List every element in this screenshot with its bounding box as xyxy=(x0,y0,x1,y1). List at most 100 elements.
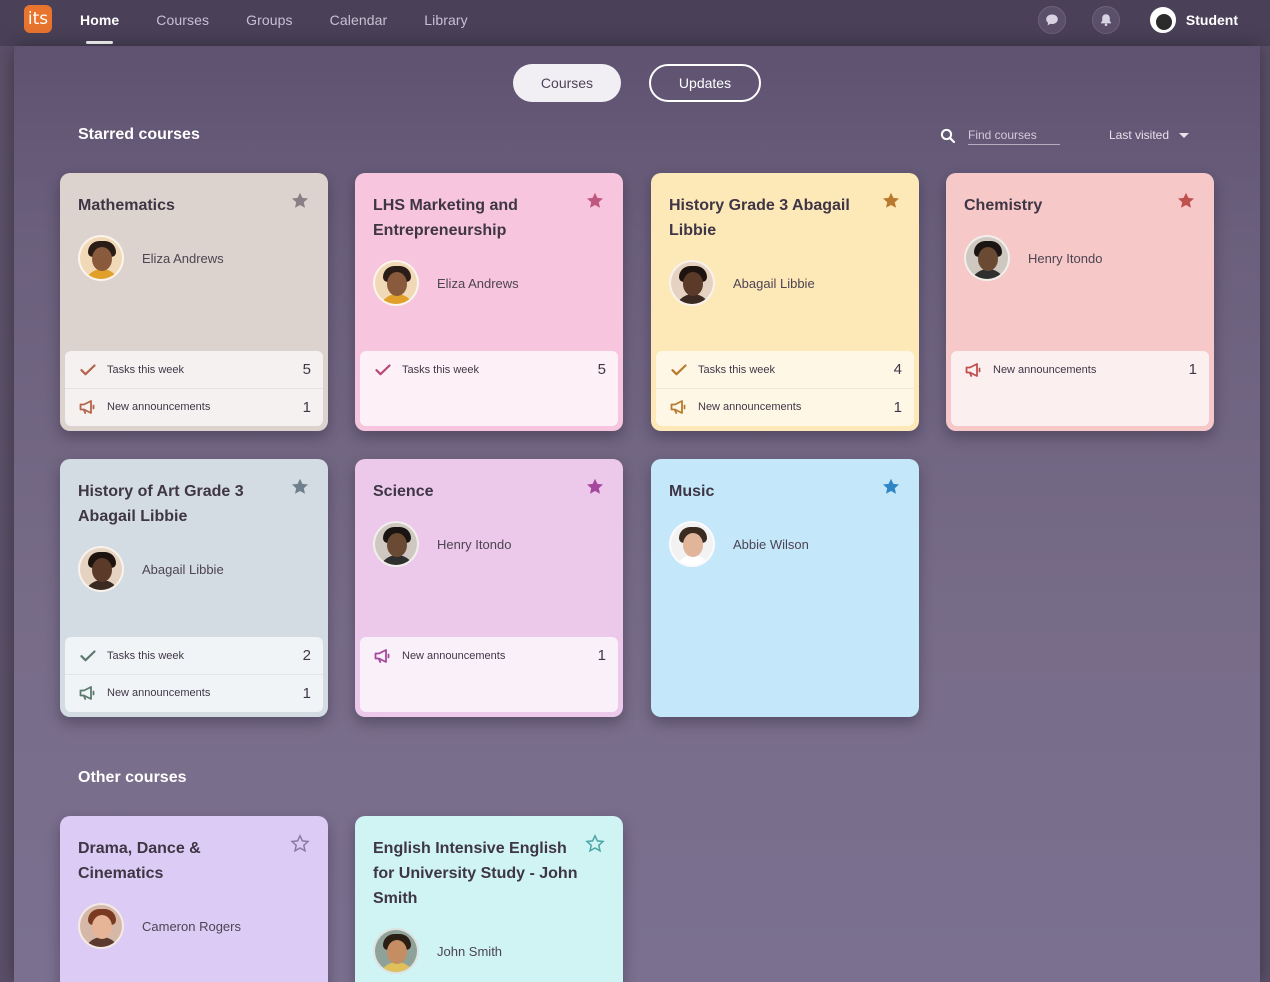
nav-library[interactable]: Library xyxy=(424,0,468,40)
course-stats: Tasks this week 5 New announcements 1 xyxy=(65,351,323,426)
messages-button[interactable] xyxy=(1037,6,1066,34)
stat-label: Tasks this week xyxy=(402,363,480,376)
course-card-english[interactable]: English Intensive English for University… xyxy=(355,816,623,982)
teacher-row: Eliza Andrews xyxy=(78,235,224,281)
course-title[interactable]: History of Art Grade 3 Abagail Libbie xyxy=(78,479,290,529)
stat-label: Tasks this week xyxy=(107,649,185,662)
avatar xyxy=(669,260,715,306)
teacher-name: Abbie Wilson xyxy=(733,536,809,552)
star-filled-icon[interactable] xyxy=(881,477,901,497)
main-nav: Home Courses Groups Calendar Library xyxy=(80,0,505,46)
star-filled-icon[interactable] xyxy=(290,477,310,497)
stat-count: 1 xyxy=(1188,361,1197,378)
avatar xyxy=(78,546,124,592)
new-announcements-row[interactable]: New announcements 1 xyxy=(65,388,323,425)
star-filled-icon[interactable] xyxy=(1176,191,1196,211)
star-filled-icon[interactable] xyxy=(585,191,605,211)
stat-count: 2 xyxy=(302,647,311,664)
megaphone-icon xyxy=(374,648,392,663)
course-card-science[interactable]: Science Henry Itondo New announcements 1 xyxy=(355,459,623,717)
star-filled-icon[interactable] xyxy=(290,191,310,211)
notifications-button[interactable] xyxy=(1091,6,1120,34)
course-card-lhs-marketing[interactable]: LHS Marketing and Entrepreneurship Eliza … xyxy=(355,173,623,431)
megaphone-icon xyxy=(670,400,688,414)
course-card-history-grade-3[interactable]: History Grade 3 Abagail Libbie Abagail Li… xyxy=(651,173,919,431)
teacher-row: Abbie Wilson xyxy=(669,521,809,567)
teacher-row: Henry Itondo xyxy=(964,235,1102,281)
nav-home[interactable]: Home xyxy=(80,0,119,44)
user-name[interactable]: Student xyxy=(1186,12,1238,28)
teacher-row: John Smith xyxy=(373,928,502,974)
courses-view-toggle[interactable]: Courses xyxy=(513,64,621,102)
course-card-drama[interactable]: Drama, Dance & Cinematics Cameron Rogers xyxy=(60,816,328,982)
tasks-this-week-row[interactable]: Tasks this week 4 xyxy=(656,351,914,388)
stat-label: Tasks this week xyxy=(698,363,776,376)
teacher-row: Abagail Libbie xyxy=(78,546,224,592)
teacher-name: Abagail Libbie xyxy=(733,275,815,291)
course-title[interactable]: Music xyxy=(669,479,881,504)
tasks-this-week-row[interactable]: Tasks this week 5 xyxy=(65,351,323,388)
tasks-this-week-row[interactable]: Tasks this week 5 xyxy=(360,351,618,388)
course-card-chemistry[interactable]: Chemistry Henry Itondo New announcements 1 xyxy=(946,173,1214,431)
starred-courses-heading: Starred courses xyxy=(78,126,200,143)
course-title[interactable]: Drama, Dance & Cinematics xyxy=(78,836,290,886)
course-title[interactable]: Science xyxy=(373,479,585,504)
search-input[interactable] xyxy=(968,126,1060,145)
checkmark-icon xyxy=(79,363,97,377)
avatar xyxy=(373,521,419,567)
stat-label: Tasks this week xyxy=(107,363,185,376)
megaphone-icon xyxy=(79,400,97,414)
stat-label: New announcements xyxy=(107,401,211,413)
teacher-name: Eliza Andrews xyxy=(437,275,519,291)
course-title[interactable]: History Grade 3 Abagail Libbie xyxy=(669,193,881,243)
star-filled-icon[interactable] xyxy=(881,191,901,211)
megaphone-icon xyxy=(79,686,97,700)
avatar xyxy=(373,260,419,306)
course-title[interactable]: Chemistry xyxy=(964,193,1176,218)
course-title[interactable]: Mathematics xyxy=(78,193,290,218)
other-courses-heading: Other courses xyxy=(78,769,187,786)
course-card-history-of-art[interactable]: History of Art Grade 3 Abagail Libbie Aba… xyxy=(60,459,328,717)
course-stats: Tasks this week 2 New announcements 1 xyxy=(65,637,323,712)
new-announcements-row[interactable]: New announcements 1 xyxy=(656,388,914,425)
avatar xyxy=(669,521,715,567)
app-logo[interactable]: its xyxy=(24,5,52,33)
avatar xyxy=(78,903,124,949)
new-announcements-row[interactable]: New announcements 1 xyxy=(65,674,323,711)
tasks-this-week-row[interactable]: Tasks this week 2 xyxy=(65,637,323,674)
teacher-row: Eliza Andrews xyxy=(373,260,519,306)
course-title[interactable]: English Intensive English for University… xyxy=(373,836,585,911)
stat-count: 1 xyxy=(597,647,606,664)
course-stats: New announcements 1 xyxy=(951,351,1209,426)
course-card-music[interactable]: Music Abbie Wilson xyxy=(651,459,919,717)
stat-label: New announcements xyxy=(993,363,1097,376)
new-announcements-row[interactable]: New announcements 1 xyxy=(951,351,1209,388)
nav-calendar[interactable]: Calendar xyxy=(330,0,388,40)
checkmark-icon xyxy=(79,649,97,663)
star-outline-icon[interactable] xyxy=(585,834,605,854)
avatar xyxy=(78,235,124,281)
megaphone-icon xyxy=(965,362,983,377)
user-avatar[interactable] xyxy=(1149,7,1176,33)
teacher-name: John Smith xyxy=(437,943,503,959)
teacher-name: Henry Itondo xyxy=(1028,250,1103,266)
course-card-mathematics[interactable]: Mathematics Eliza Andrews Tasks this week 5… xyxy=(60,173,328,431)
nav-groups[interactable]: Groups xyxy=(246,0,293,40)
star-outline-icon[interactable] xyxy=(290,834,310,854)
stat-count: 4 xyxy=(893,361,902,378)
stat-label: New announcements xyxy=(402,649,506,662)
new-announcements-row[interactable]: New announcements 1 xyxy=(360,637,618,674)
stat-count: 1 xyxy=(893,398,902,416)
checkmark-icon xyxy=(670,363,688,377)
bell-icon xyxy=(1100,14,1111,27)
course-search xyxy=(940,126,1060,145)
teacher-name: Cameron Rogers xyxy=(142,918,241,934)
course-stats: Tasks this week 4 New announcements 1 xyxy=(656,351,914,426)
star-filled-icon[interactable] xyxy=(585,477,605,497)
nav-courses[interactable]: Courses xyxy=(156,0,209,40)
sort-dropdown[interactable]: Last visited xyxy=(1109,128,1190,142)
search-icon[interactable] xyxy=(940,128,956,144)
course-title[interactable]: LHS Marketing and Entrepreneurship xyxy=(373,193,585,243)
updates-view-toggle[interactable]: Updates xyxy=(649,64,761,102)
chat-bubble-icon xyxy=(1046,14,1058,26)
